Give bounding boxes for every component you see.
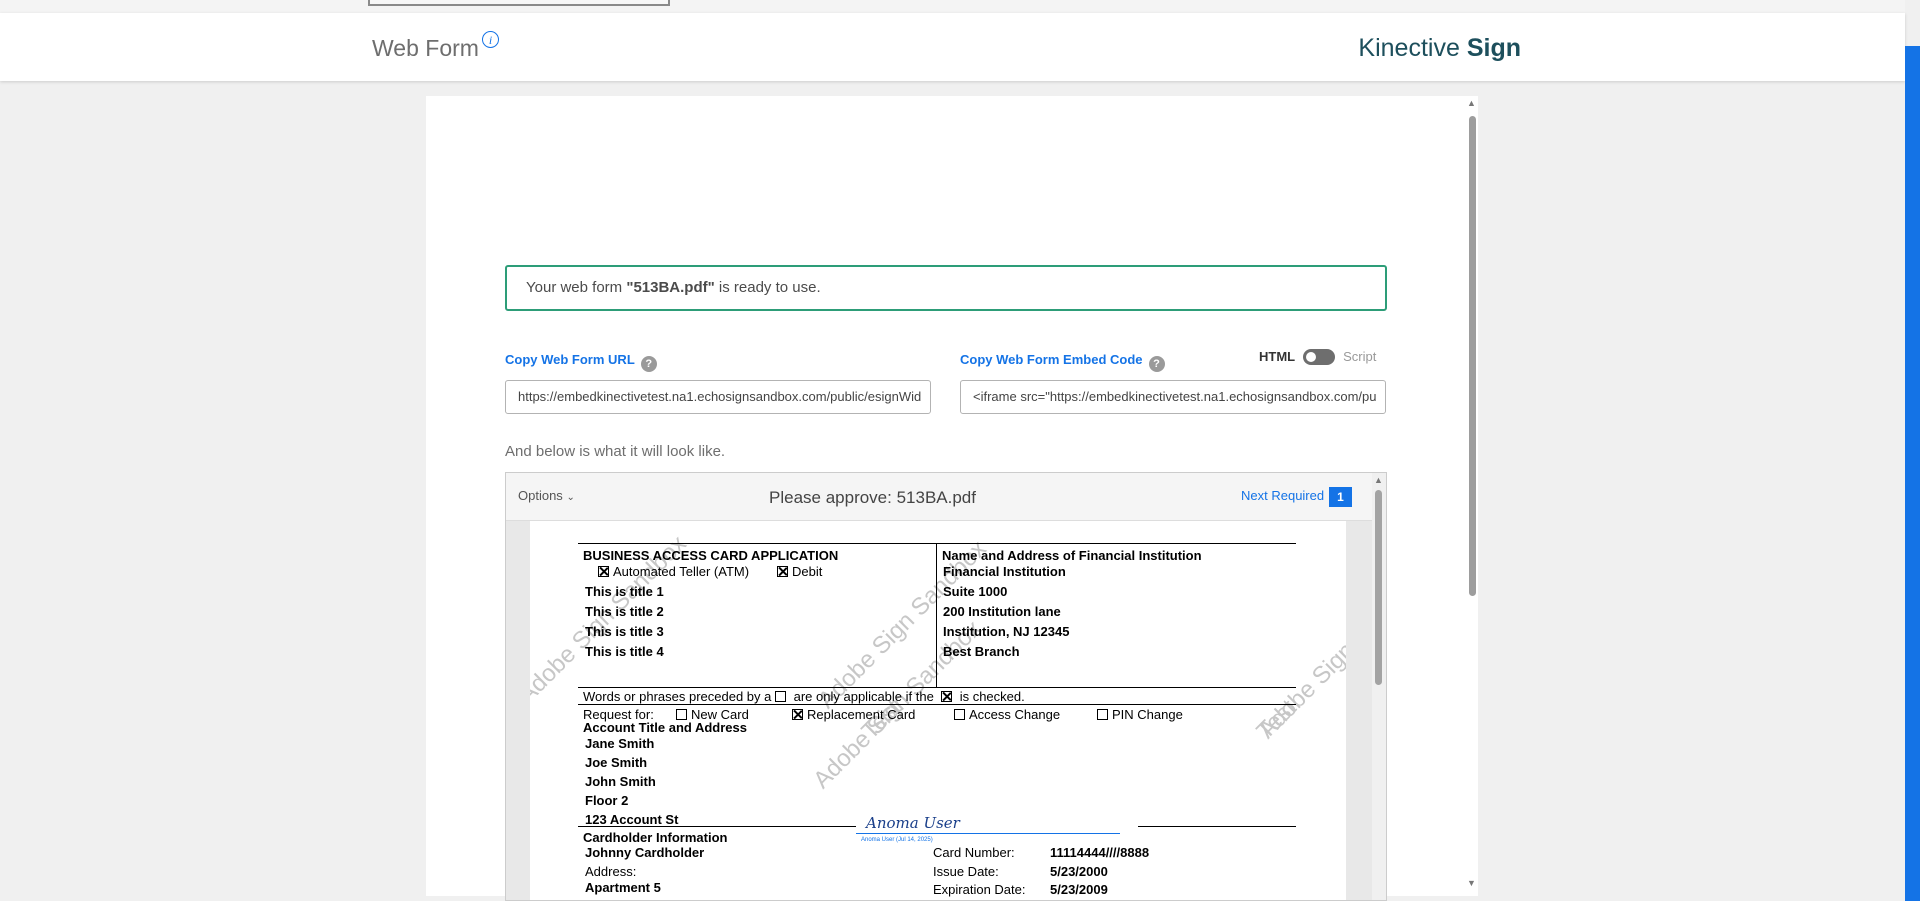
ready-filename: "513BA.pdf" (626, 279, 715, 296)
brand-name-bold: Sign (1466, 34, 1521, 62)
web-form-preview: Options ⌄ Please approve: 513BA.pdf Next… (505, 472, 1387, 901)
help-icon[interactable]: ? (1148, 356, 1165, 372)
next-required-link[interactable]: Next Required (1241, 488, 1324, 503)
checkbox-empty-icon (954, 709, 965, 720)
title-line: This is title 2 (585, 604, 664, 619)
account-line: Floor 2 (585, 793, 629, 808)
scroll-up-icon[interactable]: ▲ (1467, 98, 1476, 108)
form-heading: BUSINESS ACCESS CARD APPLICATION (583, 548, 838, 563)
address-value: Apartment 5 (585, 880, 661, 895)
info-icon[interactable]: i (482, 31, 499, 48)
checkbox-debit[interactable]: Debit (777, 564, 822, 579)
checkbox-replacement-card[interactable]: Replacement Card (792, 707, 915, 722)
fi-line: Institution, NJ 12345 (943, 624, 1070, 639)
app-header: Web Form i Kinective Sign (0, 13, 1905, 81)
brand-logo: Kinective Sign (1358, 34, 1521, 63)
toggle-label-html: HTML (1259, 349, 1296, 364)
checkbox-empty-icon (676, 709, 687, 720)
title-line: This is title 4 (585, 644, 664, 659)
card-number-value: 11114444////8888 (1050, 845, 1150, 860)
signature-meta: Anoma User (Jul 14, 2025) (861, 837, 933, 843)
note-text: Words or phrases preceded by a (583, 689, 772, 704)
conditional-note: Words or phrases preceded by a are only … (583, 689, 1025, 704)
cardholder-name: Johnny Cardholder (585, 845, 705, 860)
scroll-down-icon[interactable]: ▼ (1467, 878, 1476, 888)
checkbox-label: Automated Teller (ATM) (613, 564, 750, 579)
fi-line: Suite 1000 (943, 584, 1008, 599)
fi-line: 200 Institution lane (943, 604, 1061, 619)
expiration-value: 5/23/2009 (1050, 882, 1108, 897)
form-heading-text: BUSINESS ACCESS CARD APPLICATION (583, 548, 839, 563)
page-title: Web Form (372, 35, 479, 61)
preview-title: Please approve: 513BA.pdf (769, 488, 976, 507)
account-line: John Smith (585, 774, 656, 789)
checkbox-label: Debit (792, 564, 823, 579)
scroll-up-icon[interactable]: ▲ (1374, 475, 1383, 485)
preview-toolbar: Options ⌄ Please approve: 513BA.pdf Next… (506, 473, 1386, 521)
checkbox-label: PIN Change (1112, 707, 1183, 722)
url-label-text: Copy Web Form URL (505, 352, 635, 367)
html-script-toggle[interactable] (1303, 349, 1336, 365)
embed-label-text: Copy Web Form Embed Code (960, 352, 1143, 367)
note-text: are only applicable if the (793, 689, 934, 704)
checkbox-access-change[interactable]: Access Change (954, 707, 1060, 722)
checkbox-checked-icon (941, 691, 953, 702)
embed-label: Copy Web Form Embed Code? (960, 352, 1165, 372)
card-number-label: Card Number: (933, 845, 1015, 860)
checkbox-empty-icon (775, 691, 786, 702)
scrollbar-thumb[interactable] (1469, 116, 1476, 596)
cardholder-heading: Cardholder Information (583, 830, 728, 845)
issue-date-value: 5/23/2000 (1050, 864, 1108, 879)
ready-suffix: is ready to use. (714, 279, 821, 296)
document-page: Adobe Sign Sandbox Adobe Sign Sandbox Ad… (530, 521, 1346, 900)
account-line: Joe Smith (585, 755, 648, 770)
web-form-url-input[interactable]: https://embedkinectivetest.na1.echosigns… (505, 380, 931, 414)
options-menu[interactable]: Options ⌄ (518, 488, 575, 503)
signature: Anoma User (866, 814, 960, 832)
options-label: Options (518, 488, 563, 503)
checkbox-atm[interactable]: Automated Teller (ATM) (598, 564, 749, 579)
chevron-down-icon: ⌄ (566, 492, 575, 503)
fi-heading: Name and Address of Financial Institutio… (942, 548, 1202, 563)
title-line: This is title 1 (585, 584, 664, 599)
expiration-label: Expiration Date: (933, 882, 1026, 897)
top-strip (0, 0, 1905, 13)
note-text: is checked. (959, 689, 1025, 704)
fi-line: Best Branch (943, 644, 1020, 659)
account-line: 123 Account St (585, 812, 679, 827)
toggle-knob (1306, 352, 1317, 362)
checkbox-checked-icon (598, 566, 609, 577)
issue-date-label: Issue Date: (933, 864, 999, 879)
checkbox-label: Access Change (969, 707, 1061, 722)
help-icon[interactable]: ? (640, 356, 657, 372)
embed-code-input[interactable]: <iframe src="https://embedkinectivetest.… (960, 380, 1386, 414)
preview-scrollbar[interactable]: ▲ (1372, 473, 1386, 900)
account-line: Jane Smith (585, 736, 655, 751)
checkbox-empty-icon (1097, 709, 1108, 720)
preview-caption: And below is what it will look like. (505, 443, 726, 460)
next-required-count: 1 (1329, 487, 1352, 507)
toggle-label-script: Script (1343, 349, 1377, 364)
checkbox-pin-change[interactable]: PIN Change (1097, 707, 1183, 722)
checkbox-checked-icon (777, 566, 788, 577)
account-heading: Account Title and Address (583, 720, 747, 735)
title-line: This is title 3 (585, 624, 664, 639)
side-accent-bar (1905, 46, 1920, 901)
ready-prefix: Your web form (526, 279, 627, 296)
brand-name: Kinective (1358, 34, 1460, 62)
panel-scrollbar[interactable]: ▲ ▼ (1467, 98, 1477, 898)
url-label: Copy Web Form URL? (505, 352, 657, 372)
browser-tab-edge (368, 0, 670, 6)
scrollbar-thumb[interactable] (1375, 490, 1382, 685)
checkbox-checked-icon (792, 709, 803, 720)
ready-message: Your web form "513BA.pdf" is ready to us… (505, 265, 1387, 311)
fi-line: Financial Institution (943, 564, 1066, 579)
checkbox-label: Replacement Card (807, 707, 916, 722)
html-script-toggle-group: HTML Script (1259, 349, 1376, 365)
address-label: Address: (585, 864, 637, 879)
